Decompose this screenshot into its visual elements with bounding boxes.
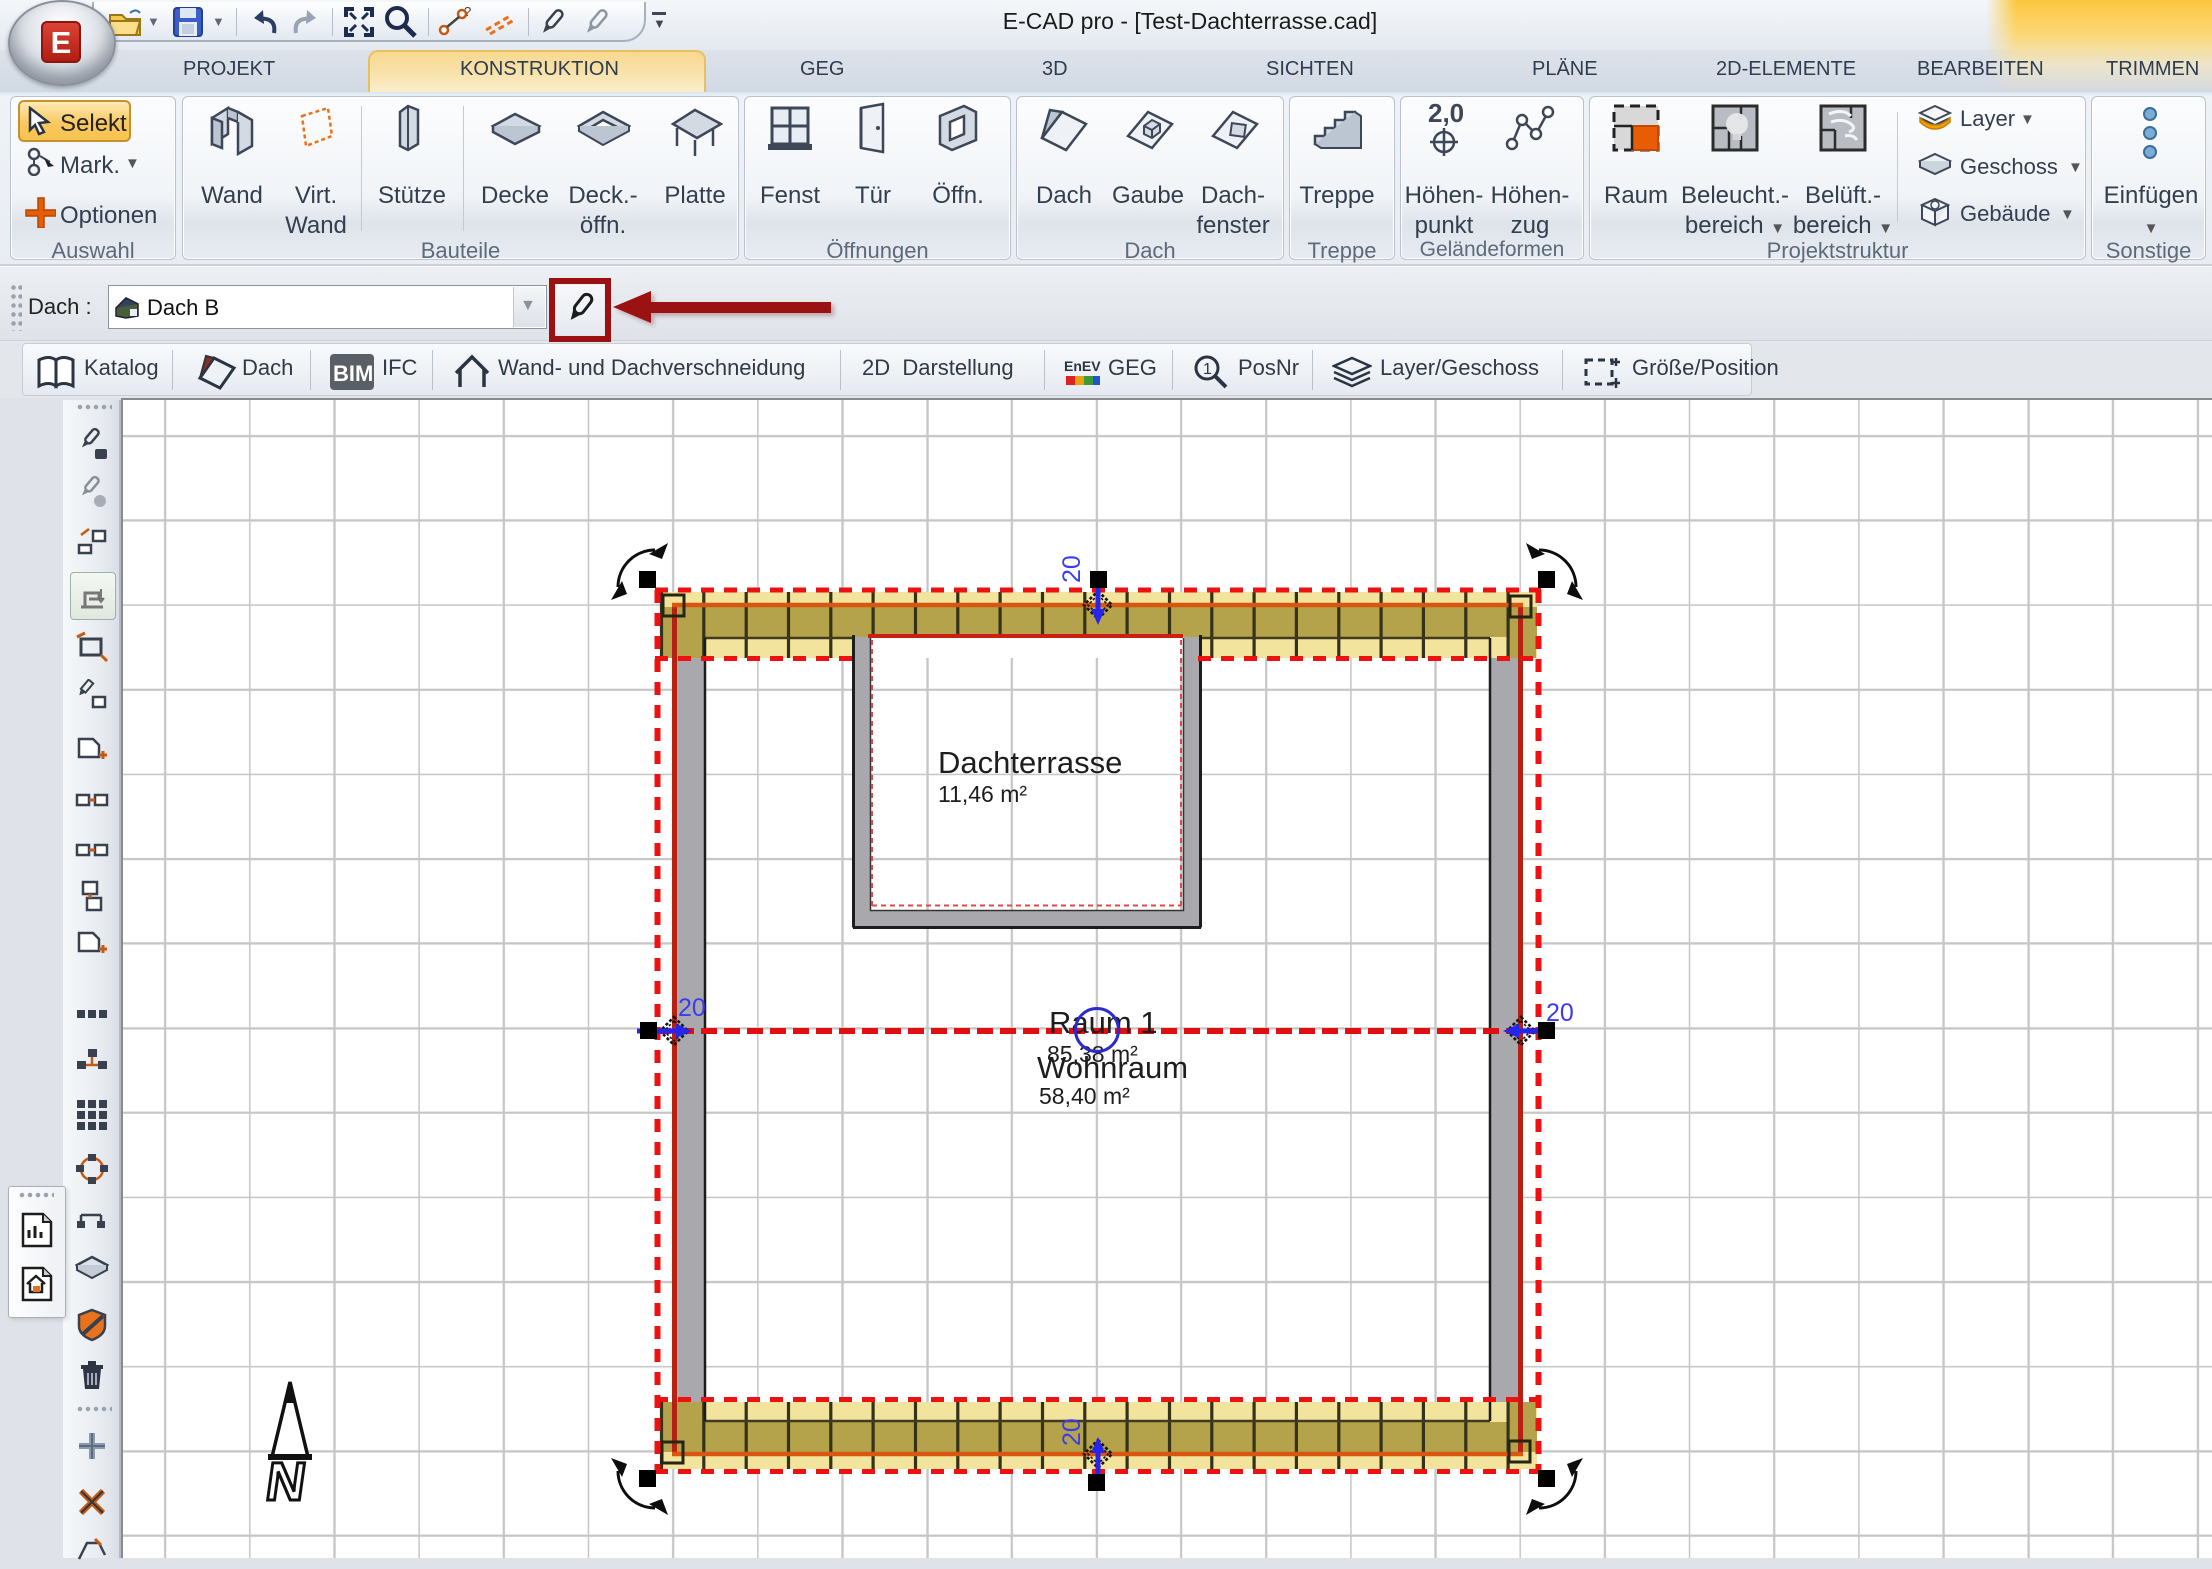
svg-text:20: 20 xyxy=(678,994,706,1022)
svg-text:58,40 m²: 58,40 m² xyxy=(1039,1083,1130,1109)
svg-text:Dachterrasse: Dachterrasse xyxy=(938,745,1122,780)
svg-text:?: ? xyxy=(464,6,471,19)
svg-text:Wohnraum: Wohnraum xyxy=(1037,1050,1188,1085)
svg-text:20: 20 xyxy=(1058,1418,1086,1446)
svg-text:N: N xyxy=(262,1452,309,1512)
svg-text:11,46 m²: 11,46 m² xyxy=(938,781,1027,807)
svg-text:20: 20 xyxy=(1058,555,1086,583)
